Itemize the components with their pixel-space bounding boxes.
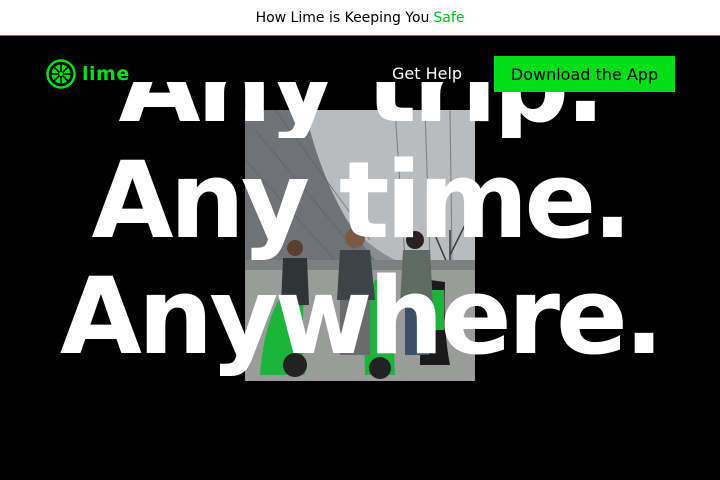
lime-logo[interactable]: lime	[46, 59, 130, 89]
lime-citrus-icon	[46, 59, 76, 89]
hero-headline-line-2: Any time.	[91, 139, 632, 262]
hero-headline-line-3: Anywhere.	[59, 255, 664, 378]
safety-banner[interactable]: How Lime is Keeping You Safe	[0, 0, 720, 36]
get-help-link[interactable]: Get Help	[392, 64, 462, 83]
top-nav: lime Get Help Download the App	[0, 36, 720, 110]
banner-highlight-link[interactable]: Safe	[433, 10, 464, 26]
download-app-button[interactable]: Download the App	[494, 56, 675, 92]
logo-wordmark: lime	[82, 63, 130, 85]
banner-text: How Lime is Keeping You	[255, 9, 430, 26]
